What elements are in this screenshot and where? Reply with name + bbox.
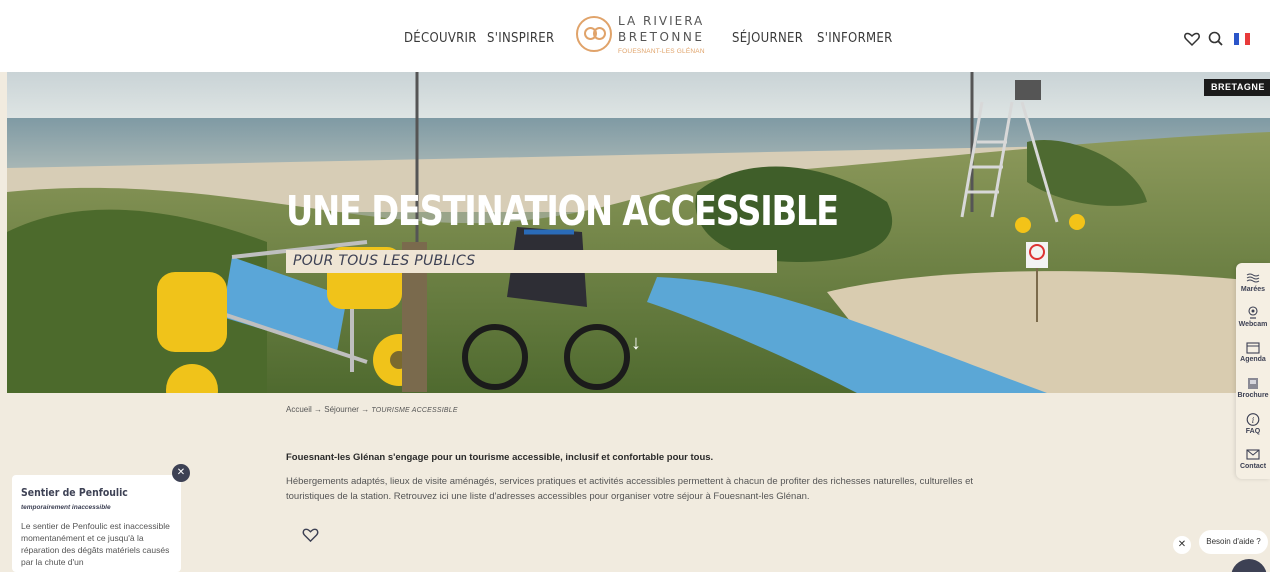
breadcrumb: Accueil → Séjourner → Tourisme accessibl… bbox=[286, 405, 458, 414]
side-item-label: Contact bbox=[1239, 463, 1267, 470]
french-flag-icon[interactable] bbox=[1233, 30, 1251, 48]
svg-text:i: i bbox=[1252, 416, 1255, 425]
nav-sinspirer[interactable]: S'INSPIRER bbox=[487, 31, 554, 46]
logo-mark-icon bbox=[576, 16, 612, 52]
popup-close-button[interactable]: ✕ bbox=[172, 464, 190, 482]
side-item-label: Agenda bbox=[1240, 356, 1266, 363]
side-item-contact[interactable]: Contact bbox=[1236, 448, 1270, 470]
calendar-icon bbox=[1246, 342, 1260, 354]
breadcrumb-separator: → bbox=[314, 405, 323, 414]
side-item-webcam[interactable]: Webcam bbox=[1236, 306, 1270, 328]
popup-subtitle: temporairement inaccessible bbox=[21, 504, 111, 511]
hero-subtitle-band: POUR TOUS LES PUBLICS bbox=[286, 250, 777, 273]
nav-sinformer[interactable]: S'INFORMER bbox=[817, 31, 893, 46]
logo-line3: FOUESNANT-LES GLÉNAN bbox=[618, 48, 705, 55]
heart-icon[interactable] bbox=[1183, 30, 1201, 48]
search-icon[interactable] bbox=[1207, 30, 1225, 48]
side-item-brochure[interactable]: Brochure bbox=[1236, 377, 1270, 399]
breadcrumb-separator: → bbox=[361, 405, 370, 414]
tide-icon bbox=[1246, 273, 1260, 283]
scroll-down-icon[interactable]: ↓ bbox=[631, 332, 641, 355]
chat-launcher-button[interactable] bbox=[1231, 559, 1267, 572]
popup-title: Sentier de Penfoulic bbox=[21, 486, 128, 499]
breadcrumb-current: Tourisme accessible bbox=[371, 407, 458, 414]
intro-paragraph: Hébergements adaptés, lieux de visite am… bbox=[286, 476, 973, 502]
side-item-agenda[interactable]: Agenda bbox=[1236, 341, 1270, 363]
hero-title: UNE DESTINATION ACCESSIBLE bbox=[286, 187, 839, 235]
logo-line2: BRETONNE bbox=[618, 30, 705, 44]
mail-icon bbox=[1246, 449, 1260, 460]
quick-links-panel: Marées Webcam Agenda Brochure i FAQ Cont… bbox=[1236, 263, 1270, 479]
logo-line1: LA RIVIERA bbox=[618, 14, 705, 28]
help-close-button[interactable]: ✕ bbox=[1173, 536, 1191, 554]
side-item-label: Webcam bbox=[1238, 321, 1268, 328]
side-item-marees[interactable]: Marées bbox=[1236, 271, 1270, 293]
intro-heading: Fouesnant-les Glénan s'engage pour un to… bbox=[286, 452, 714, 463]
hero-banner: UNE DESTINATION ACCESSIBLE POUR TOUS LES… bbox=[7, 72, 1270, 393]
site-header: DÉCOUVRIR S'INSPIRER LA RIVIERA BRETONNE… bbox=[0, 0, 1270, 72]
side-item-label: Marées bbox=[1240, 286, 1266, 293]
hero-subtitle: POUR TOUS LES PUBLICS bbox=[293, 253, 476, 269]
popup-body: Le sentier de Penfoulic est inaccessible… bbox=[21, 521, 170, 567]
info-icon: i bbox=[1246, 413, 1260, 426]
side-item-label: FAQ bbox=[1245, 428, 1261, 435]
nav-sejourner[interactable]: SÉJOURNER bbox=[732, 31, 803, 46]
bretagne-badge[interactable]: BRETAGNE bbox=[1204, 79, 1270, 96]
nav-decouvrir[interactable]: DÉCOUVRIR bbox=[404, 31, 477, 46]
favorite-heart-icon[interactable] bbox=[302, 527, 319, 543]
breadcrumb-home[interactable]: Accueil bbox=[286, 405, 312, 414]
breadcrumb-sejourner[interactable]: Séjourner bbox=[324, 405, 359, 414]
alert-popup: Sentier de Penfoulic temporairement inac… bbox=[12, 475, 181, 572]
brochure-icon bbox=[1248, 378, 1258, 389]
site-logo[interactable]: LA RIVIERA BRETONNE FOUESNANT-LES GLÉNAN bbox=[576, 14, 706, 62]
webcam-icon bbox=[1248, 306, 1258, 319]
side-item-faq[interactable]: i FAQ bbox=[1236, 413, 1270, 435]
side-item-label: Brochure bbox=[1237, 392, 1269, 399]
help-button[interactable]: Besoin d'aide ? bbox=[1199, 530, 1268, 554]
